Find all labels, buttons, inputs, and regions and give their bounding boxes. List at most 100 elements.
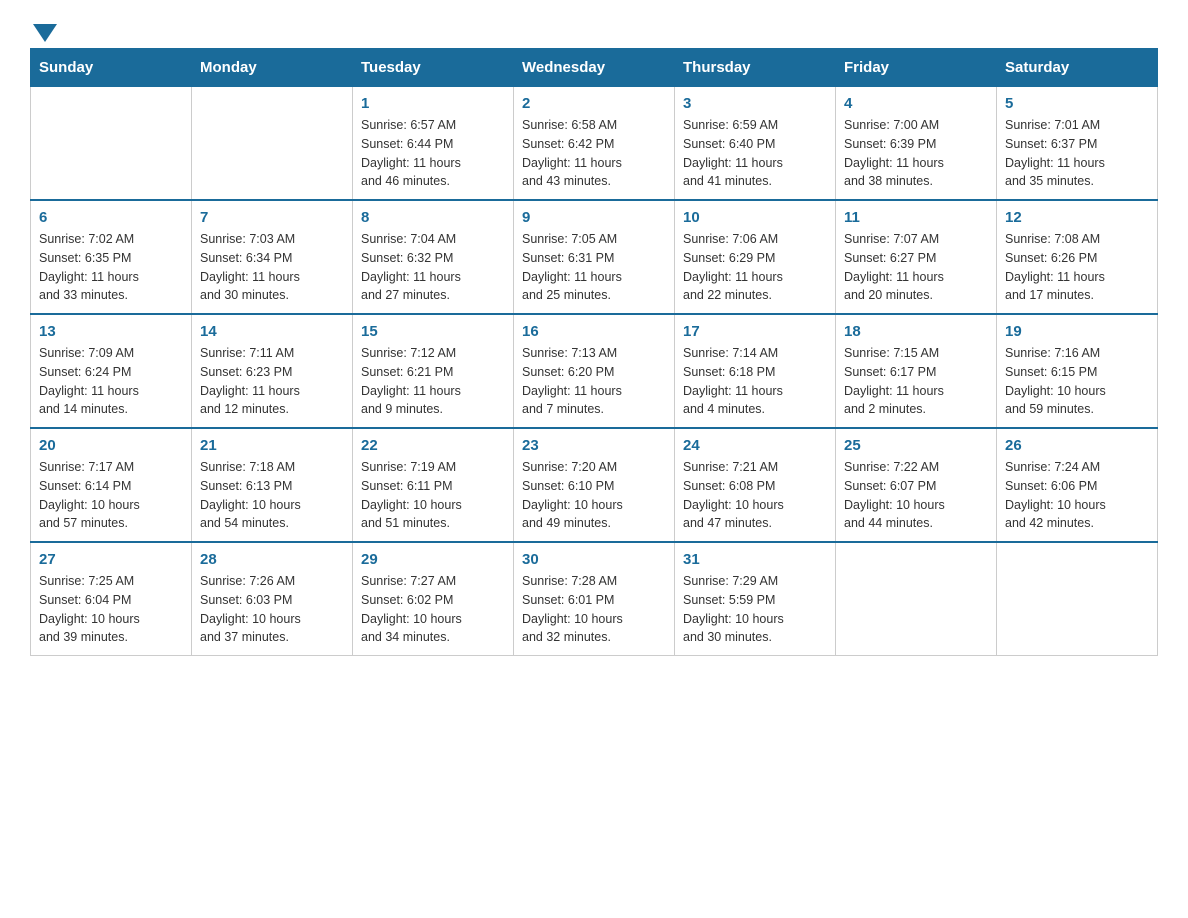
day-number: 28 (200, 551, 344, 568)
day-info: Sunrise: 7:19 AMSunset: 6:11 PMDaylight:… (361, 458, 505, 533)
calendar-cell: 12Sunrise: 7:08 AMSunset: 6:26 PMDayligh… (997, 200, 1158, 314)
logo-arrow-icon (33, 24, 57, 42)
calendar-cell: 14Sunrise: 7:11 AMSunset: 6:23 PMDayligh… (192, 314, 353, 428)
calendar-week-row: 13Sunrise: 7:09 AMSunset: 6:24 PMDayligh… (31, 314, 1158, 428)
day-info: Sunrise: 7:18 AMSunset: 6:13 PMDaylight:… (200, 458, 344, 533)
day-number: 24 (683, 437, 827, 454)
calendar-cell: 24 Sunrise: 7:21 AMSunset: 6:08 PMDayligh… (675, 428, 836, 542)
day-info: Sunrise: 7:27 AMSunset: 6:02 PMDaylight:… (361, 572, 505, 647)
day-number: 7 (200, 209, 344, 226)
day-number: 19 (1005, 323, 1149, 340)
day-number: 23 (522, 437, 666, 454)
day-info: Sunrise: 7:00 AMSunset: 6:39 PMDaylight:… (844, 116, 988, 191)
calendar-cell: 16 Sunrise: 7:13 AMSunset: 6:20 PMDayligh… (514, 314, 675, 428)
calendar-cell (997, 542, 1158, 656)
day-number: 18 (844, 323, 988, 340)
calendar-cell: 2 Sunrise: 6:58 AMSunset: 6:42 PMDaylight… (514, 87, 675, 201)
day-number: 15 (361, 323, 505, 340)
day-info: Sunrise: 7:24 AMSunset: 6:06 PMDaylight:… (1005, 458, 1149, 533)
day-info: Sunrise: 6:58 AMSunset: 6:42 PMDaylight:… (522, 116, 666, 191)
day-info: Sunrise: 7:03 AMSunset: 6:34 PMDaylight:… (200, 230, 344, 305)
day-info: Sunrise: 7:29 AMSunset: 5:59 PMDaylight:… (683, 572, 827, 647)
calendar-cell: 9Sunrise: 7:05 AMSunset: 6:31 PMDaylight… (514, 200, 675, 314)
day-number: 21 (200, 437, 344, 454)
calendar-cell: 25 Sunrise: 7:22 AMSunset: 6:07 PMDayligh… (836, 428, 997, 542)
day-number: 25 (844, 437, 988, 454)
day-number: 9 (522, 209, 666, 226)
calendar-cell (192, 87, 353, 201)
day-info: Sunrise: 7:16 AMSunset: 6:15 PMDaylight:… (1005, 344, 1149, 419)
day-number: 13 (39, 323, 183, 340)
day-number: 26 (1005, 437, 1149, 454)
day-number: 8 (361, 209, 505, 226)
day-number: 5 (1005, 95, 1149, 112)
day-info: Sunrise: 7:26 AMSunset: 6:03 PMDaylight:… (200, 572, 344, 647)
calendar-header-sunday: Sunday (31, 49, 192, 87)
day-info: Sunrise: 7:12 AMSunset: 6:21 PMDaylight:… (361, 344, 505, 419)
day-number: 4 (844, 95, 988, 112)
day-info: Sunrise: 7:17 AMSunset: 6:14 PMDaylight:… (39, 458, 183, 533)
day-info: Sunrise: 7:25 AMSunset: 6:04 PMDaylight:… (39, 572, 183, 647)
calendar-cell: 7 Sunrise: 7:03 AMSunset: 6:34 PMDaylight… (192, 200, 353, 314)
calendar-header-saturday: Saturday (997, 49, 1158, 87)
calendar-week-row: 6 Sunrise: 7:02 AMSunset: 6:35 PMDaylight… (31, 200, 1158, 314)
day-info: Sunrise: 7:08 AMSunset: 6:26 PMDaylight:… (1005, 230, 1149, 305)
calendar-cell: 18 Sunrise: 7:15 AMSunset: 6:17 PMDayligh… (836, 314, 997, 428)
calendar-cell: 23Sunrise: 7:20 AMSunset: 6:10 PMDayligh… (514, 428, 675, 542)
calendar-cell: 5Sunrise: 7:01 AMSunset: 6:37 PMDaylight… (997, 87, 1158, 201)
day-info: Sunrise: 7:06 AMSunset: 6:29 PMDaylight:… (683, 230, 827, 305)
calendar-cell: 30 Sunrise: 7:28 AMSunset: 6:01 PMDayligh… (514, 542, 675, 656)
day-number: 2 (522, 95, 666, 112)
day-info: Sunrise: 7:22 AMSunset: 6:07 PMDaylight:… (844, 458, 988, 533)
day-number: 11 (844, 209, 988, 226)
day-info: Sunrise: 6:57 AMSunset: 6:44 PMDaylight:… (361, 116, 505, 191)
day-number: 16 (522, 323, 666, 340)
day-info: Sunrise: 7:21 AMSunset: 6:08 PMDaylight:… (683, 458, 827, 533)
day-info: Sunrise: 6:59 AMSunset: 6:40 PMDaylight:… (683, 116, 827, 191)
day-number: 30 (522, 551, 666, 568)
calendar-header-friday: Friday (836, 49, 997, 87)
logo (30, 20, 57, 38)
calendar-cell: 31 Sunrise: 7:29 AMSunset: 5:59 PMDayligh… (675, 542, 836, 656)
day-info: Sunrise: 7:04 AMSunset: 6:32 PMDaylight:… (361, 230, 505, 305)
calendar-cell: 1Sunrise: 6:57 AMSunset: 6:44 PMDaylight… (353, 87, 514, 201)
calendar-header-row: SundayMondayTuesdayWednesdayThursdayFrid… (31, 49, 1158, 87)
day-info: Sunrise: 7:02 AMSunset: 6:35 PMDaylight:… (39, 230, 183, 305)
calendar-cell: 11 Sunrise: 7:07 AMSunset: 6:27 PMDayligh… (836, 200, 997, 314)
day-info: Sunrise: 7:14 AMSunset: 6:18 PMDaylight:… (683, 344, 827, 419)
day-number: 31 (683, 551, 827, 568)
day-info: Sunrise: 7:13 AMSunset: 6:20 PMDaylight:… (522, 344, 666, 419)
calendar-table: SundayMondayTuesdayWednesdayThursdayFrid… (30, 48, 1158, 656)
day-info: Sunrise: 7:15 AMSunset: 6:17 PMDaylight:… (844, 344, 988, 419)
calendar-cell: 19 Sunrise: 7:16 AMSunset: 6:15 PMDayligh… (997, 314, 1158, 428)
day-number: 27 (39, 551, 183, 568)
calendar-cell: 15 Sunrise: 7:12 AMSunset: 6:21 PMDayligh… (353, 314, 514, 428)
calendar-cell: 13Sunrise: 7:09 AMSunset: 6:24 PMDayligh… (31, 314, 192, 428)
calendar-cell: 21 Sunrise: 7:18 AMSunset: 6:13 PMDayligh… (192, 428, 353, 542)
calendar-cell: 10 Sunrise: 7:06 AMSunset: 6:29 PMDayligh… (675, 200, 836, 314)
day-info: Sunrise: 7:28 AMSunset: 6:01 PMDaylight:… (522, 572, 666, 647)
day-number: 29 (361, 551, 505, 568)
day-number: 17 (683, 323, 827, 340)
day-info: Sunrise: 7:07 AMSunset: 6:27 PMDaylight:… (844, 230, 988, 305)
day-number: 6 (39, 209, 183, 226)
calendar-cell: 29 Sunrise: 7:27 AMSunset: 6:02 PMDayligh… (353, 542, 514, 656)
day-info: Sunrise: 7:11 AMSunset: 6:23 PMDaylight:… (200, 344, 344, 419)
calendar-cell: 22 Sunrise: 7:19 AMSunset: 6:11 PMDayligh… (353, 428, 514, 542)
calendar-header-wednesday: Wednesday (514, 49, 675, 87)
calendar-cell: 28 Sunrise: 7:26 AMSunset: 6:03 PMDayligh… (192, 542, 353, 656)
day-number: 22 (361, 437, 505, 454)
page-header (30, 20, 1158, 38)
day-number: 20 (39, 437, 183, 454)
calendar-cell: 27 Sunrise: 7:25 AMSunset: 6:04 PMDayligh… (31, 542, 192, 656)
calendar-header-monday: Monday (192, 49, 353, 87)
day-number: 10 (683, 209, 827, 226)
calendar-week-row: 20 Sunrise: 7:17 AMSunset: 6:14 PMDayligh… (31, 428, 1158, 542)
calendar-cell: 20 Sunrise: 7:17 AMSunset: 6:14 PMDayligh… (31, 428, 192, 542)
calendar-cell (31, 87, 192, 201)
calendar-cell: 3 Sunrise: 6:59 AMSunset: 6:40 PMDaylight… (675, 87, 836, 201)
calendar-header-thursday: Thursday (675, 49, 836, 87)
day-number: 3 (683, 95, 827, 112)
calendar-cell: 6 Sunrise: 7:02 AMSunset: 6:35 PMDaylight… (31, 200, 192, 314)
calendar-week-row: 1Sunrise: 6:57 AMSunset: 6:44 PMDaylight… (31, 87, 1158, 201)
